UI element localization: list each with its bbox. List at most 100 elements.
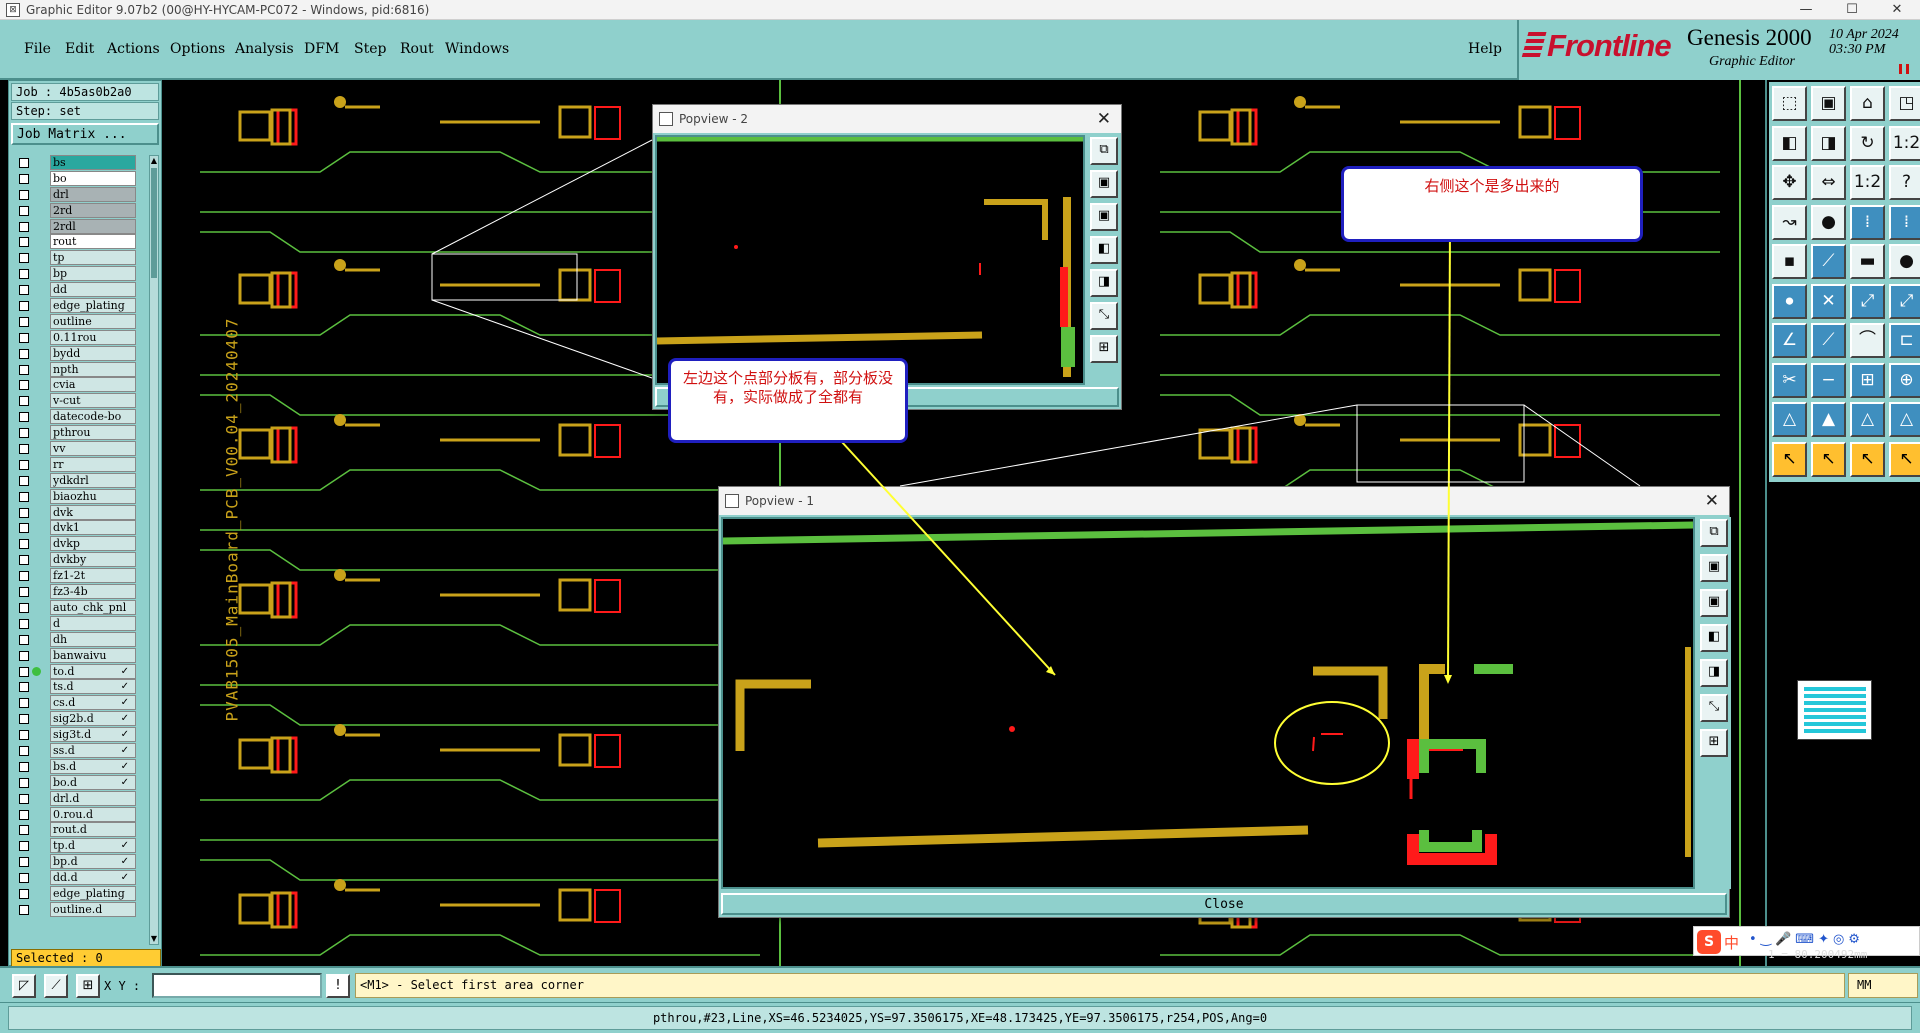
layer-name[interactable]: vv xyxy=(50,441,136,457)
layer-checkbox[interactable] xyxy=(19,666,29,677)
node-tool-icon[interactable]: ⤢ xyxy=(1850,283,1885,319)
layer-checkbox[interactable] xyxy=(19,888,29,899)
popview-2-view[interactable] xyxy=(655,135,1085,385)
layer-name[interactable]: fz1-2t xyxy=(50,568,136,584)
layer-checkbox[interactable] xyxy=(19,825,29,836)
layer-checkbox[interactable] xyxy=(19,841,29,852)
tri1-tool-icon[interactable]: △ xyxy=(1772,402,1807,437)
layer-name[interactable]: to.d ✓ xyxy=(50,663,136,679)
layer-name[interactable]: tp.d ✓ xyxy=(50,838,136,854)
layer-checkbox[interactable] xyxy=(19,698,29,709)
layer-checkbox[interactable] xyxy=(19,428,29,439)
zoom-page-tool-icon[interactable]: ◳ xyxy=(1889,86,1920,121)
layer-name[interactable]: auto_chk_pnl xyxy=(50,599,136,615)
menu-windows[interactable]: Windows xyxy=(445,41,509,57)
pv1-zoom-out-icon[interactable]: ⤡ xyxy=(1700,694,1728,722)
layer-row[interactable]: rout xyxy=(13,234,143,250)
scroll-down-icon[interactable]: ▼ xyxy=(150,934,158,944)
layer-name[interactable]: fz3-4b xyxy=(50,584,136,600)
dot-tool-icon[interactable]: ● xyxy=(1889,244,1920,279)
net-tool-icon[interactable]: ● xyxy=(1811,204,1846,240)
layer-checkbox[interactable] xyxy=(19,650,29,661)
layer-scrollbar[interactable]: ▲ ▼ xyxy=(149,155,159,945)
pv1-fit-icon[interactable]: ⊞ xyxy=(1700,729,1728,757)
layer-checkbox[interactable] xyxy=(19,904,29,915)
layer-name[interactable]: dvkby xyxy=(50,552,136,568)
layer-checkbox[interactable] xyxy=(19,634,29,645)
ratio-tool-icon[interactable]: 1:2 xyxy=(1850,165,1885,200)
layer-row[interactable]: cvia xyxy=(13,377,143,393)
line-tool-icon[interactable]: ⟋ xyxy=(1811,244,1846,279)
layer-name[interactable]: sig3t.d ✓ xyxy=(50,727,136,743)
layer-name[interactable]: d xyxy=(50,615,136,631)
pv2-pan-down-icon[interactable]: ▣ xyxy=(1090,203,1118,231)
layer-name[interactable]: bydd xyxy=(50,345,136,361)
close-button[interactable]: ✕ xyxy=(1874,0,1920,20)
layer-row[interactable]: bp.d ✓ xyxy=(13,854,143,870)
units-selector[interactable]: MM xyxy=(1848,973,1918,998)
layer-checkbox[interactable] xyxy=(19,491,29,502)
layer-checkbox[interactable] xyxy=(19,602,29,613)
arc-tool-icon[interactable]: ⌒ xyxy=(1850,323,1885,358)
pv2-fit-icon[interactable]: ⊞ xyxy=(1090,335,1118,363)
layer-checkbox[interactable] xyxy=(19,396,29,407)
layer-row[interactable]: ss.d ✓ xyxy=(13,742,143,759)
layer-row[interactable]: dh xyxy=(13,631,143,648)
scale-1-2-tool-icon[interactable]: 1:2 xyxy=(1889,125,1920,161)
layer-checkbox[interactable] xyxy=(19,539,29,550)
layer-name[interactable]: drl.d xyxy=(50,790,136,806)
pv1-pan-left-icon[interactable]: ◧ xyxy=(1700,624,1728,652)
flag-tool-icon[interactable]: ⊏ xyxy=(1889,323,1920,358)
layer-checkbox[interactable] xyxy=(19,205,29,216)
layer-checkbox[interactable] xyxy=(19,777,29,788)
layer-checkbox[interactable] xyxy=(19,380,29,391)
layer-name[interactable]: outline.d xyxy=(50,901,136,917)
layer-name[interactable]: v-cut xyxy=(50,393,136,409)
layer-checkbox[interactable] xyxy=(19,523,29,534)
layer-checkbox[interactable] xyxy=(19,301,29,312)
layer-checkbox[interactable] xyxy=(19,682,29,693)
layer-row[interactable]: ts.d ✓ xyxy=(13,679,143,695)
layer-row[interactable]: dvk xyxy=(13,504,143,521)
pan-left-tool-icon[interactable]: ◧ xyxy=(1772,125,1807,161)
pv1-pan-down-icon[interactable]: ▣ xyxy=(1700,589,1728,617)
layer-row[interactable]: bydd xyxy=(13,345,143,362)
layer-checkbox[interactable] xyxy=(19,316,29,327)
pick2-tool-icon[interactable]: ↖ xyxy=(1811,441,1846,477)
layer-checkbox[interactable] xyxy=(19,618,29,629)
move-tool-icon[interactable]: ✥ xyxy=(1772,165,1807,200)
scroll-up-icon[interactable]: ▲ xyxy=(150,156,158,166)
layer-row[interactable]: dd.d ✓ xyxy=(13,870,143,886)
job-matrix-button[interactable]: Job Matrix ... xyxy=(11,123,159,145)
layer-row[interactable]: rr xyxy=(13,456,143,473)
layer-name[interactable]: banwaivu xyxy=(50,647,136,663)
pick1-tool-icon[interactable]: ↖ xyxy=(1772,441,1807,477)
layer-name[interactable]: drl xyxy=(50,186,136,202)
layer-name[interactable]: rr xyxy=(50,456,136,472)
layer-row[interactable]: edge_plating xyxy=(13,885,143,902)
scroll-thumb[interactable] xyxy=(151,168,157,278)
popview-1-close-button[interactable]: Close xyxy=(721,893,1727,915)
layer-name[interactable]: ss.d ✓ xyxy=(50,742,136,758)
layer-name[interactable]: cvia xyxy=(50,377,136,393)
pv1-zoom-icon[interactable]: ⧉ xyxy=(1700,519,1728,547)
measure-icon[interactable]: ⟋ xyxy=(44,974,68,998)
layer-checkbox[interactable] xyxy=(19,793,29,804)
popview-1-view[interactable] xyxy=(721,517,1695,889)
layer-row[interactable]: auto_chk_pnl xyxy=(13,599,143,616)
layer-checkbox[interactable] xyxy=(19,587,29,598)
group-tool-icon[interactable]: ⊕ xyxy=(1889,362,1920,398)
layer-name[interactable]: biaozhu xyxy=(50,488,136,504)
layer-checkbox[interactable] xyxy=(19,253,29,264)
layer-name[interactable]: bo.d ✓ xyxy=(50,774,136,790)
layer-checkbox[interactable] xyxy=(19,730,29,741)
layer-row[interactable]: dvk1 xyxy=(13,520,143,536)
pv2-zoom-icon[interactable]: ⧉ xyxy=(1090,137,1118,165)
layer-name[interactable]: tp xyxy=(50,250,136,266)
layer-name[interactable]: dd xyxy=(50,282,136,298)
layer-name[interactable]: bp xyxy=(50,266,136,282)
popview-1-close-icon[interactable]: ✕ xyxy=(1705,487,1719,515)
layer-row[interactable]: rout.d xyxy=(13,822,143,838)
zoom-fit-tool-icon[interactable]: ⌂ xyxy=(1850,86,1885,121)
layer-name[interactable]: npth xyxy=(50,361,136,377)
